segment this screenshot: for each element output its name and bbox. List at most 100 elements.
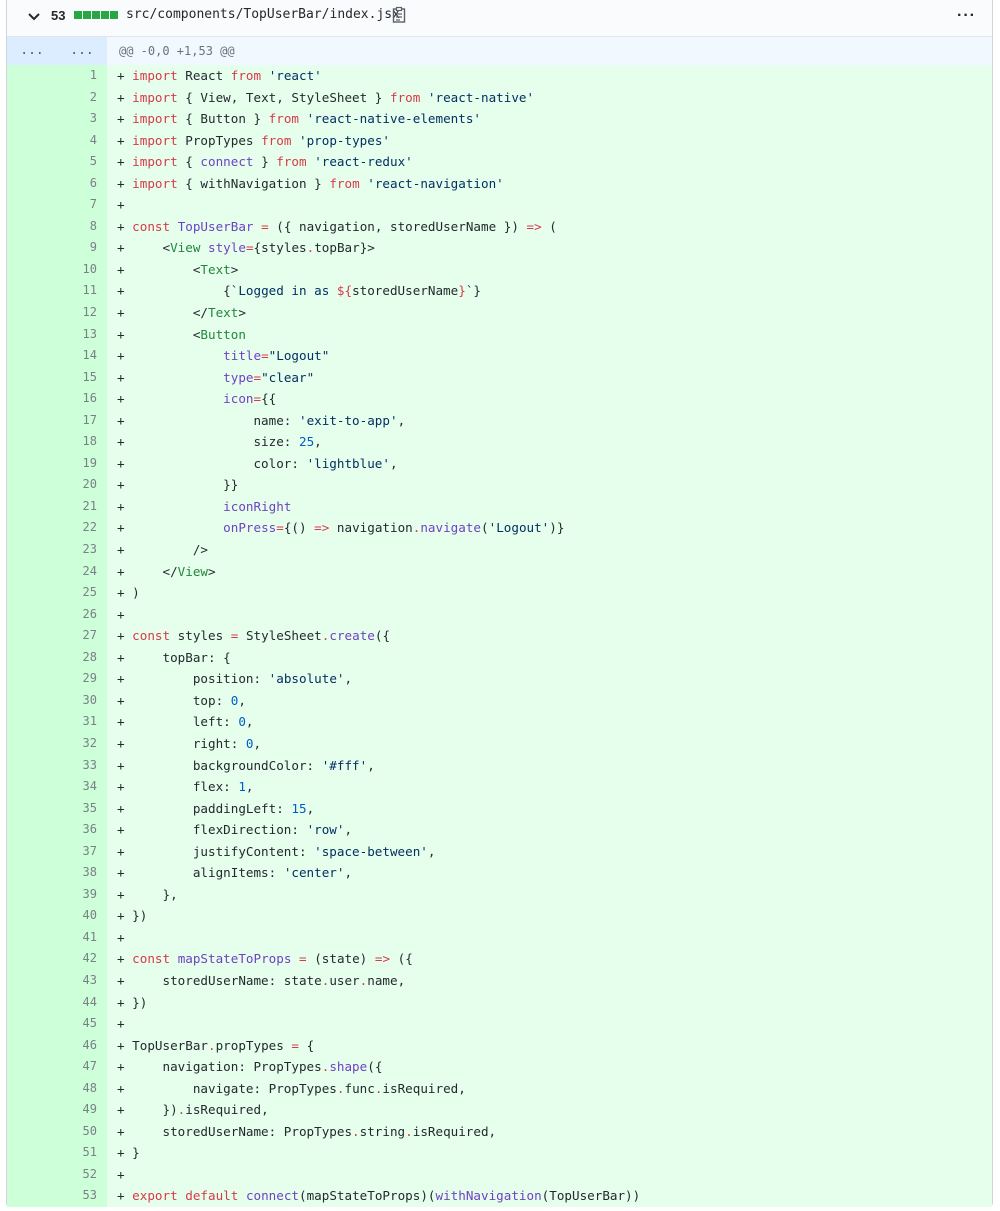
new-line-number[interactable]: 42 bbox=[57, 948, 107, 970]
old-line-number[interactable] bbox=[7, 474, 57, 496]
new-line-number[interactable]: 11 bbox=[57, 280, 107, 303]
new-line-number[interactable]: 24 bbox=[57, 560, 107, 583]
old-line-number[interactable] bbox=[7, 1185, 57, 1207]
new-line-number[interactable]: 39 bbox=[57, 883, 107, 906]
old-line-number[interactable] bbox=[7, 754, 57, 777]
old-line-number[interactable] bbox=[7, 1013, 57, 1035]
new-line-number[interactable]: 52 bbox=[57, 1163, 107, 1186]
old-line-number[interactable] bbox=[7, 603, 57, 626]
new-line-number[interactable]: 53 bbox=[57, 1185, 107, 1207]
new-line-number[interactable]: 6 bbox=[57, 172, 107, 195]
new-line-number[interactable]: 25 bbox=[57, 582, 107, 604]
old-line-number[interactable] bbox=[7, 582, 57, 604]
new-line-number[interactable]: 21 bbox=[57, 495, 107, 518]
new-line-number[interactable]: 27 bbox=[57, 625, 107, 647]
old-line-number[interactable] bbox=[7, 1142, 57, 1164]
expand-down-button[interactable]: ... bbox=[57, 37, 107, 65]
new-line-number[interactable]: 48 bbox=[57, 1077, 107, 1100]
old-line-number[interactable] bbox=[7, 560, 57, 583]
old-line-number[interactable] bbox=[7, 797, 57, 820]
new-line-number[interactable]: 26 bbox=[57, 603, 107, 626]
new-line-number[interactable]: 2 bbox=[57, 86, 107, 109]
old-line-number[interactable] bbox=[7, 302, 57, 324]
new-line-number[interactable]: 33 bbox=[57, 754, 107, 777]
new-line-number[interactable]: 4 bbox=[57, 129, 107, 152]
new-line-number[interactable]: 22 bbox=[57, 517, 107, 540]
new-line-number[interactable]: 40 bbox=[57, 905, 107, 927]
old-line-number[interactable] bbox=[7, 495, 57, 518]
new-line-number[interactable]: 23 bbox=[57, 539, 107, 561]
old-line-number[interactable] bbox=[7, 776, 57, 798]
old-line-number[interactable] bbox=[7, 732, 57, 755]
old-line-number[interactable] bbox=[7, 194, 57, 216]
old-line-number[interactable] bbox=[7, 711, 57, 733]
new-line-number[interactable]: 20 bbox=[57, 474, 107, 496]
new-line-number[interactable]: 16 bbox=[57, 388, 107, 410]
old-line-number[interactable] bbox=[7, 215, 57, 238]
old-line-number[interactable] bbox=[7, 129, 57, 152]
new-line-number[interactable]: 47 bbox=[57, 1056, 107, 1078]
old-line-number[interactable] bbox=[7, 323, 57, 346]
old-line-number[interactable] bbox=[7, 840, 57, 863]
old-line-number[interactable] bbox=[7, 926, 57, 949]
new-line-number[interactable]: 43 bbox=[57, 969, 107, 992]
new-line-number[interactable]: 8 bbox=[57, 215, 107, 238]
old-line-number[interactable] bbox=[7, 172, 57, 195]
new-line-number[interactable]: 35 bbox=[57, 797, 107, 820]
new-line-number[interactable]: 41 bbox=[57, 926, 107, 949]
new-line-number[interactable]: 31 bbox=[57, 711, 107, 733]
file-path[interactable]: src/components/TopUserBar/index.jsx bbox=[126, 7, 400, 22]
new-line-number[interactable]: 46 bbox=[57, 1034, 107, 1057]
old-line-number[interactable] bbox=[7, 1077, 57, 1100]
new-line-number[interactable]: 49 bbox=[57, 1099, 107, 1121]
old-line-number[interactable] bbox=[7, 668, 57, 690]
old-line-number[interactable] bbox=[7, 1034, 57, 1057]
old-line-number[interactable] bbox=[7, 948, 57, 970]
old-line-number[interactable] bbox=[7, 539, 57, 561]
new-line-number[interactable]: 18 bbox=[57, 431, 107, 453]
expand-up-button[interactable]: ... bbox=[7, 37, 57, 65]
old-line-number[interactable] bbox=[7, 65, 57, 87]
old-line-number[interactable] bbox=[7, 1056, 57, 1078]
old-line-number[interactable] bbox=[7, 1120, 57, 1143]
old-line-number[interactable] bbox=[7, 969, 57, 992]
old-line-number[interactable] bbox=[7, 689, 57, 712]
old-line-number[interactable] bbox=[7, 366, 57, 389]
new-line-number[interactable]: 45 bbox=[57, 1013, 107, 1035]
new-line-number[interactable]: 12 bbox=[57, 302, 107, 324]
new-line-number[interactable]: 17 bbox=[57, 409, 107, 432]
old-line-number[interactable] bbox=[7, 862, 57, 884]
new-line-number[interactable]: 13 bbox=[57, 323, 107, 346]
old-line-number[interactable] bbox=[7, 1099, 57, 1121]
old-line-number[interactable] bbox=[7, 991, 57, 1014]
old-line-number[interactable] bbox=[7, 237, 57, 259]
old-line-number[interactable] bbox=[7, 883, 57, 906]
old-line-number[interactable] bbox=[7, 1163, 57, 1186]
old-line-number[interactable] bbox=[7, 625, 57, 647]
new-line-number[interactable]: 37 bbox=[57, 840, 107, 863]
old-line-number[interactable] bbox=[7, 819, 57, 841]
old-line-number[interactable] bbox=[7, 452, 57, 475]
new-line-number[interactable]: 9 bbox=[57, 237, 107, 259]
file-options-menu[interactable]: ··· bbox=[957, 7, 976, 25]
old-line-number[interactable] bbox=[7, 151, 57, 173]
new-line-number[interactable]: 15 bbox=[57, 366, 107, 389]
new-line-number[interactable]: 36 bbox=[57, 819, 107, 841]
new-line-number[interactable]: 1 bbox=[57, 65, 107, 87]
new-line-number[interactable]: 30 bbox=[57, 689, 107, 712]
old-line-number[interactable] bbox=[7, 258, 57, 281]
new-line-number[interactable]: 7 bbox=[57, 194, 107, 216]
new-line-number[interactable]: 38 bbox=[57, 862, 107, 884]
old-line-number[interactable] bbox=[7, 517, 57, 540]
clipboard-icon[interactable] bbox=[392, 6, 406, 24]
new-line-number[interactable]: 14 bbox=[57, 345, 107, 367]
new-line-number[interactable]: 32 bbox=[57, 732, 107, 755]
old-line-number[interactable] bbox=[7, 280, 57, 303]
old-line-number[interactable] bbox=[7, 905, 57, 927]
old-line-number[interactable] bbox=[7, 108, 57, 130]
old-line-number[interactable] bbox=[7, 409, 57, 432]
new-line-number[interactable]: 19 bbox=[57, 452, 107, 475]
new-line-number[interactable]: 29 bbox=[57, 668, 107, 690]
old-line-number[interactable] bbox=[7, 646, 57, 669]
new-line-number[interactable]: 3 bbox=[57, 108, 107, 130]
